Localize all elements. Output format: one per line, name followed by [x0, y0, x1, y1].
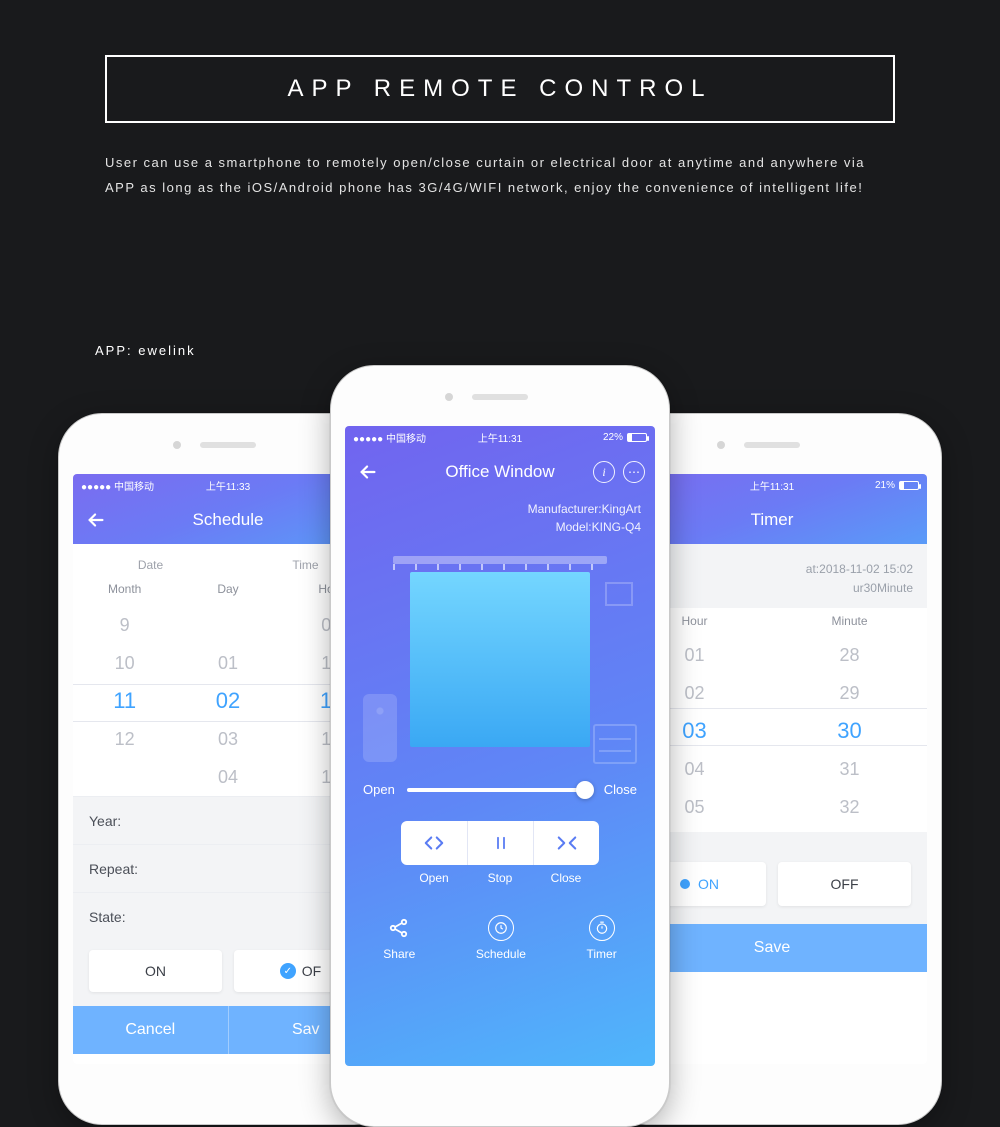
- curtain-panel: [410, 572, 590, 747]
- off-button[interactable]: OFF: [778, 862, 911, 906]
- cancel-button[interactable]: Cancel: [73, 1006, 229, 1054]
- phone-speaker: [744, 442, 800, 448]
- more-icon[interactable]: ⋯: [623, 461, 645, 483]
- phones-row: ●●●●● 中国移动 上午11:33 22% Schedule Date Tim: [0, 365, 1000, 1065]
- check-icon: ✓: [280, 963, 296, 979]
- open-button[interactable]: [401, 821, 467, 865]
- picker-col-day: Day 01 02 03 04: [176, 582, 279, 796]
- position-slider[interactable]: [407, 788, 592, 792]
- nav-bar: Office Window i ⋯: [345, 448, 655, 496]
- page-description: User can use a smartphone to remotely op…: [105, 151, 895, 200]
- stop-button[interactable]: [467, 821, 533, 865]
- radio-on-icon: [680, 879, 690, 889]
- curtain-visual: [345, 542, 655, 772]
- battery-icon: [627, 433, 647, 442]
- nav-schedule[interactable]: Schedule: [476, 915, 526, 961]
- position-slider-row: Open Close: [345, 772, 655, 801]
- page-title-box: APP REMOTE CONTROL: [105, 55, 895, 123]
- nav-share[interactable]: Share: [383, 915, 415, 961]
- tab-date[interactable]: Date: [73, 558, 228, 572]
- slider-open-label: Open: [363, 782, 395, 797]
- share-icon: [386, 915, 412, 941]
- battery-icon: [899, 481, 919, 490]
- dresser-icon: [593, 724, 637, 764]
- slider-close-label: Close: [604, 782, 637, 797]
- info-icon[interactable]: i: [593, 461, 615, 483]
- screen-device: ●●●●● 中国移动 上午11:31 22% Office Window i ⋯…: [345, 426, 655, 1066]
- control-buttons: [345, 821, 655, 865]
- state-label: State:: [89, 909, 126, 925]
- plant-icon: [363, 694, 397, 762]
- phone-camera-dot: [717, 441, 725, 449]
- page-title: APP REMOTE CONTROL: [288, 75, 713, 102]
- state-on-button[interactable]: ON: [89, 950, 222, 992]
- phone-speaker: [472, 394, 528, 400]
- curtain-rod: [393, 556, 607, 564]
- timer-icon: [589, 915, 615, 941]
- nav-title: Schedule: [193, 510, 264, 530]
- phone-camera-dot: [445, 393, 453, 401]
- control-labels: Open Stop Close: [345, 871, 655, 903]
- bottom-nav: Share Schedule Timer: [345, 903, 655, 979]
- back-icon[interactable]: [85, 509, 107, 531]
- repeat-label: Repeat:: [89, 861, 138, 877]
- nav-title: Timer: [751, 510, 794, 530]
- back-icon[interactable]: [357, 461, 379, 483]
- app-name-label: APP: ewelink: [95, 343, 196, 358]
- year-label: Year:: [89, 813, 121, 829]
- status-bar: ●●●●● 中国移动 上午11:31 22%: [345, 426, 655, 448]
- slider-knob[interactable]: [576, 781, 594, 799]
- phone-speaker: [200, 442, 256, 448]
- close-button[interactable]: [533, 821, 599, 865]
- picture-frame-icon: [605, 582, 633, 606]
- status-time: 上午11:31: [345, 430, 655, 445]
- nav-title: Office Window: [445, 462, 554, 482]
- schedule-icon: [488, 915, 514, 941]
- nav-timer[interactable]: Timer: [586, 915, 616, 961]
- device-meta: Manufacturer:KingArt Model:KING-Q4: [345, 496, 655, 542]
- picker-col-minute: Minute 28 29 30 31 32: [772, 614, 927, 826]
- picker-col-month: Month 9 10 11 12: [73, 582, 176, 796]
- phone-device: ●●●●● 中国移动 上午11:31 22% Office Window i ⋯…: [330, 365, 670, 1127]
- phone-camera-dot: [173, 441, 181, 449]
